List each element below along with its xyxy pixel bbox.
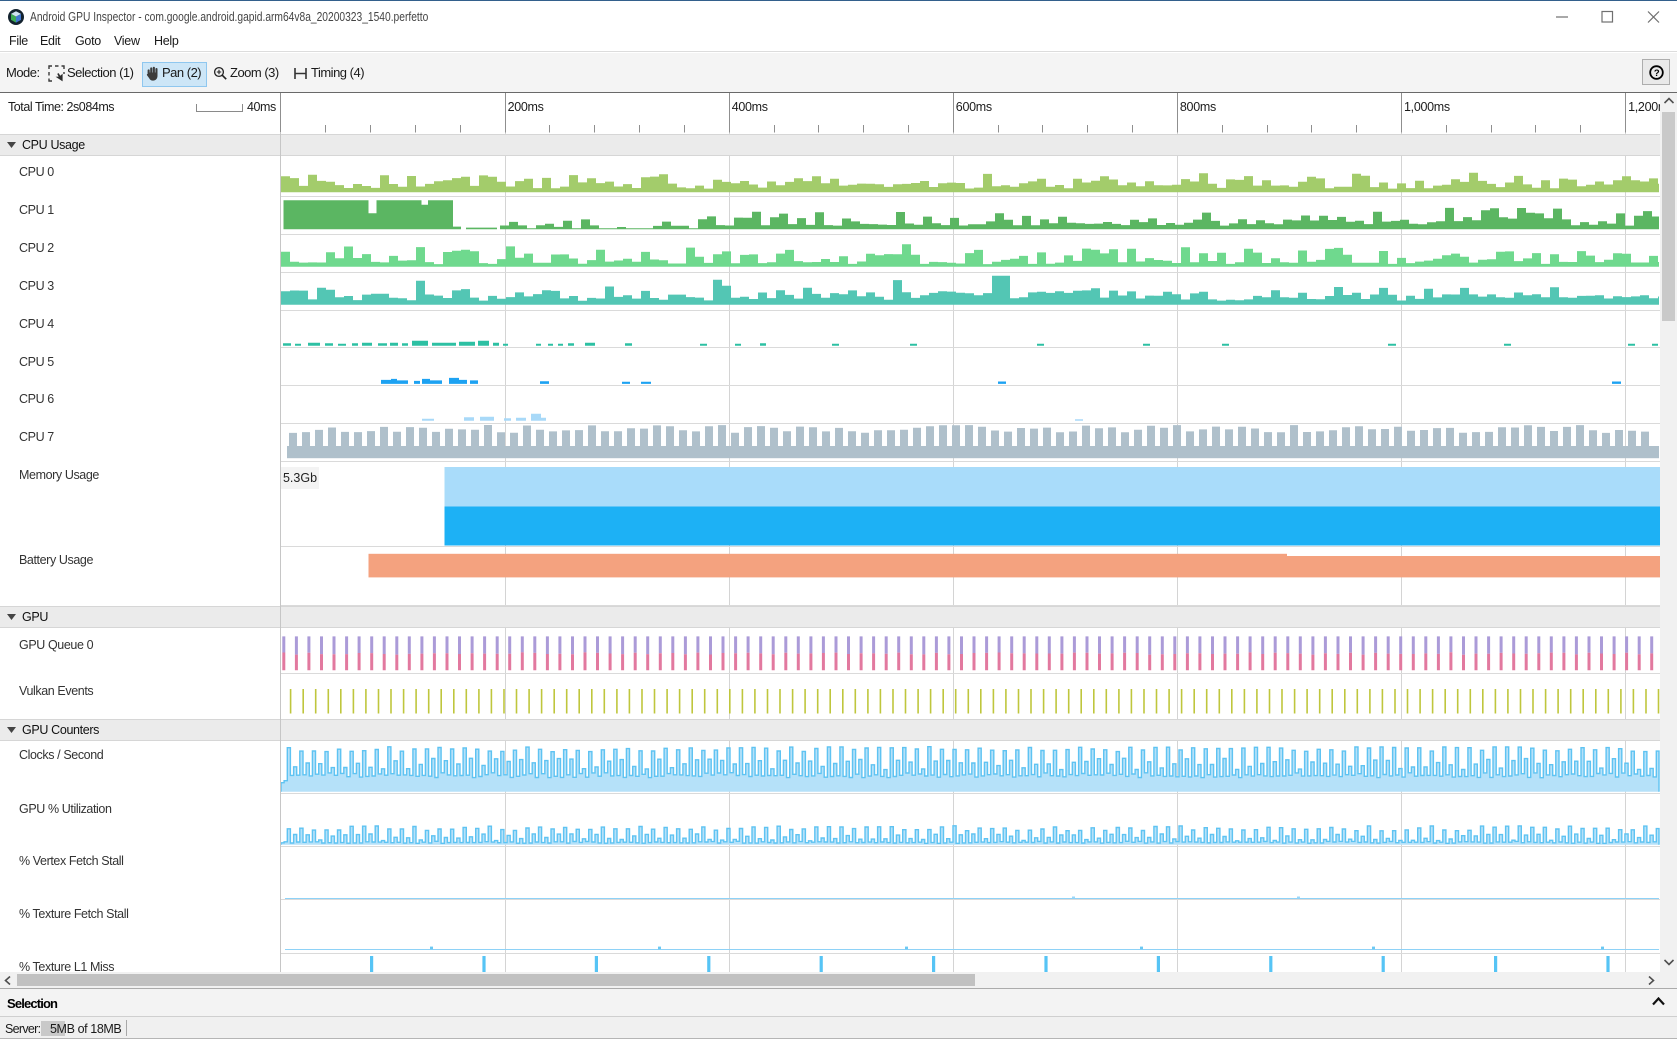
svg-text:?: ? [1654,68,1660,79]
